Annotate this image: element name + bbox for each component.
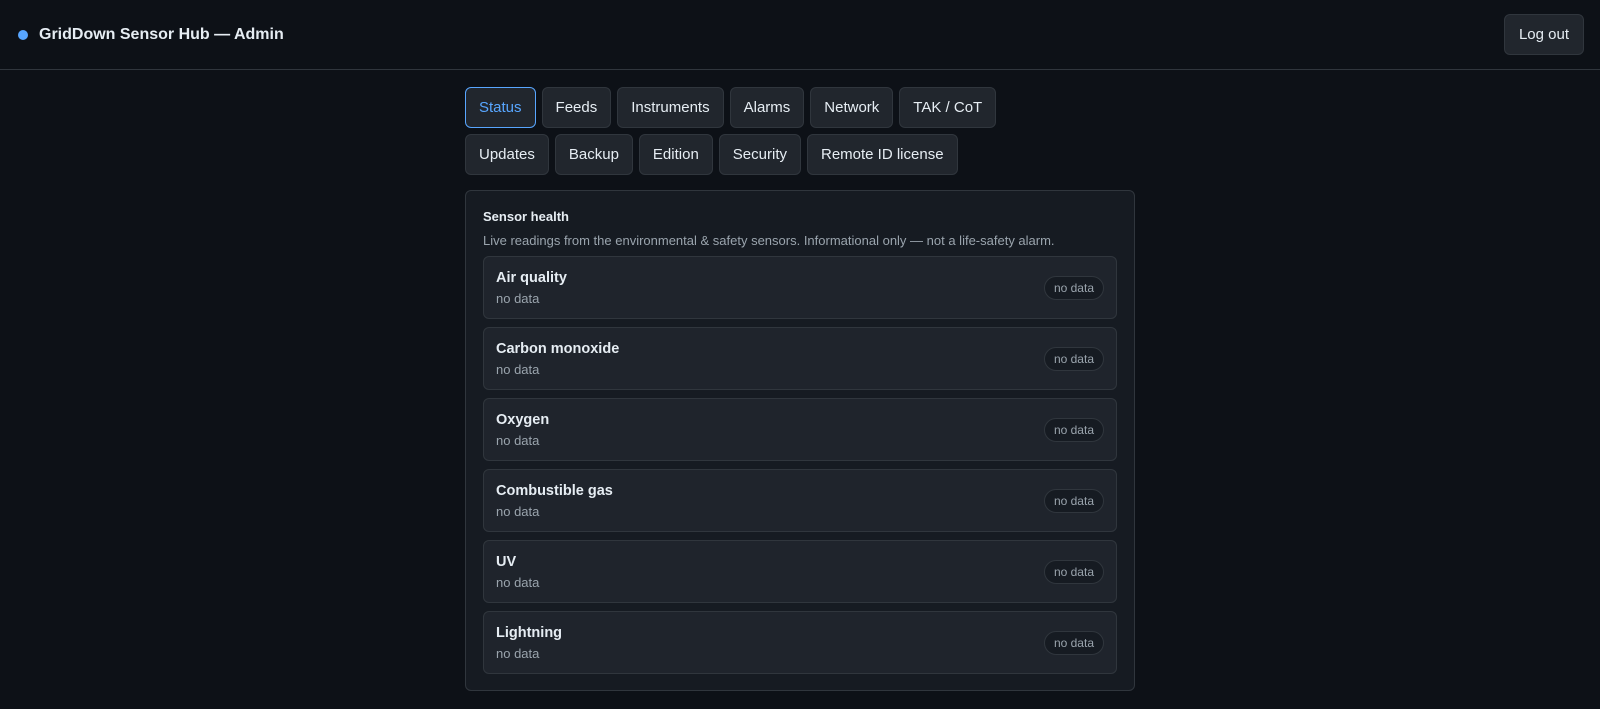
status-badge: no data [1043, 488, 1104, 513]
sensor-name: Oxygen [496, 411, 550, 428]
tab-backup[interactable]: Backup [554, 134, 633, 175]
sensor-name: Combustible gas [496, 482, 613, 499]
status-badge: no data [1043, 630, 1104, 655]
tab-updates[interactable]: Updates [465, 134, 549, 175]
main-content: Status Feeds Instruments Alarms Network … [465, 87, 1135, 691]
status-badge: no data [1043, 417, 1104, 442]
tab-edition[interactable]: Edition [638, 134, 713, 175]
sensor-value: no data [496, 361, 540, 377]
tab-bar: Status Feeds Instruments Alarms Network … [465, 87, 1065, 175]
status-badge: no data [1043, 275, 1104, 300]
sensor-row-carbon-monoxide: Carbon monoxide no data no data [483, 327, 1117, 390]
sensor-list: Air quality no data no data Carbon monox… [483, 256, 1117, 674]
brand: GridDown Sensor Hub — Admin [18, 26, 284, 44]
panel-subtitle: Live readings from the environmental & s… [483, 233, 1055, 248]
sensor-value: no data [496, 432, 540, 448]
panel-title: Sensor health [483, 209, 569, 224]
tab-instruments[interactable]: Instruments [617, 87, 724, 128]
tab-remote-id-license[interactable]: Remote ID license [806, 134, 958, 175]
sensor-row-combustible-gas: Combustible gas no data no data [483, 469, 1117, 532]
tab-tak-cot[interactable]: TAK / CoT [899, 87, 997, 128]
tab-alarms[interactable]: Alarms [729, 87, 805, 128]
sensor-name: Air quality [496, 269, 567, 286]
tab-network[interactable]: Network [810, 87, 894, 128]
sensor-health-panel: Sensor health Live readings from the env… [465, 190, 1135, 691]
sensor-value: no data [496, 574, 540, 590]
sensor-row-lightning: Lightning no data no data [483, 611, 1117, 674]
sensor-value: no data [496, 503, 540, 519]
logout-button[interactable]: Log out [1503, 14, 1584, 55]
sensor-row-oxygen: Oxygen no data no data [483, 398, 1117, 461]
tab-feeds[interactable]: Feeds [541, 87, 612, 128]
sensor-name: Carbon monoxide [496, 340, 620, 357]
status-badge: no data [1043, 559, 1104, 584]
sensor-row-air-quality: Air quality no data no data [483, 256, 1117, 319]
sensor-name: Lightning [496, 624, 563, 641]
sensor-name: UV [496, 553, 517, 570]
sensor-value: no data [496, 645, 540, 661]
status-badge: no data [1043, 346, 1104, 371]
sensor-row-uv: UV no data no data [483, 540, 1117, 603]
top-bar: GridDown Sensor Hub — Admin Log out [0, 0, 1600, 70]
status-dot-icon [18, 29, 28, 40]
tab-security[interactable]: Security [718, 134, 801, 175]
app-title: GridDown Sensor Hub — Admin [39, 25, 284, 43]
tab-status[interactable]: Status [465, 87, 536, 128]
sensor-value: no data [496, 290, 540, 306]
